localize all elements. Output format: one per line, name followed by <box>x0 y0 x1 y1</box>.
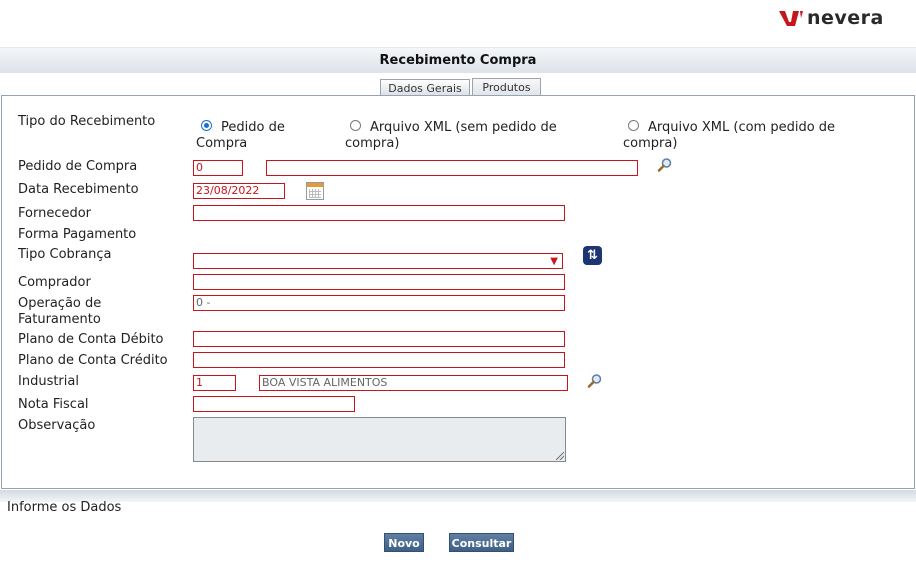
radio-pedido-compra-label-line1: Pedido de <box>221 120 285 135</box>
operacao-faturamento-input[interactable]: 0 - <box>193 295 565 311</box>
radio-xml-com-pedido-label-line1: Arquivo XML (com pedido de <box>648 120 836 135</box>
fornecedor-input[interactable] <box>193 205 565 221</box>
novo-button[interactable]: Novo <box>384 533 424 552</box>
plano-conta-credito-input[interactable] <box>193 352 565 368</box>
page-title: Recebimento Compra <box>379 53 537 68</box>
nota-fiscal-label: Nota Fiscal <box>18 397 89 412</box>
radio-xml-com-pedido-label-line2: compra) <box>623 136 678 151</box>
plano-conta-credito-label: Plano de Conta Crédito <box>18 353 168 368</box>
radio-xml-sem-pedido[interactable] <box>350 120 361 131</box>
nevera-logo-mark-icon <box>779 11 803 26</box>
operacao-faturamento-label-line2: Faturamento <box>18 312 101 327</box>
pedido-compra-description-input[interactable] <box>266 160 638 176</box>
tipo-cobranca-select[interactable]: ▼ <box>193 253 563 269</box>
tipo-recebimento-label: Tipo do Recebimento <box>18 114 156 129</box>
data-recebimento-input[interactable]: 23/08/2022 <box>193 183 285 199</box>
plano-conta-debito-label: Plano de Conta Débito <box>18 332 164 347</box>
title-bar: Recebimento Compra <box>0 47 916 73</box>
calendar-icon[interactable] <box>306 182 324 200</box>
fornecedor-label: Fornecedor <box>18 206 92 221</box>
radio-pedido-compra[interactable] <box>201 120 212 131</box>
radio-pedido-compra-label-line2: Compra <box>196 136 248 151</box>
observacao-textarea[interactable] <box>193 417 566 462</box>
magnifier-icon[interactable] <box>587 373 603 389</box>
observacao-label: Observação <box>18 418 96 433</box>
brand-name: nevera <box>807 7 884 29</box>
plano-conta-debito-input[interactable] <box>193 331 565 347</box>
tab-produtos[interactable]: Produtos <box>472 78 541 96</box>
operacao-faturamento-label-line1: Operação de <box>18 296 102 311</box>
tipo-cobranca-label: Tipo Cobrança <box>18 247 112 262</box>
radio-xml-sem-pedido-label-line1: Arquivo XML (sem pedido de <box>370 120 557 135</box>
consultar-button[interactable]: Consultar <box>449 533 514 552</box>
status-message: Informe os Dados <box>7 500 122 515</box>
comprador-input[interactable] <box>193 274 565 290</box>
nota-fiscal-input[interactable] <box>193 396 355 412</box>
industrial-name-input[interactable]: BOA VISTA ALIMENTOS <box>259 375 568 391</box>
industrial-code-input[interactable]: 1 <box>193 375 236 391</box>
refresh-icon[interactable]: ⇅ <box>583 246 602 265</box>
nevera-logo: nevera <box>778 7 884 29</box>
resize-handle-icon[interactable] <box>556 452 564 460</box>
radio-xml-com-pedido[interactable] <box>628 120 639 131</box>
pedido-compra-label: Pedido de Compra <box>18 159 138 174</box>
radio-xml-sem-pedido-label-line2: compra) <box>345 136 400 151</box>
comprador-label: Comprador <box>18 275 91 290</box>
pedido-compra-code-input[interactable]: 0 <box>193 160 243 176</box>
magnifier-icon[interactable] <box>657 157 673 173</box>
industrial-label: Industrial <box>18 374 79 389</box>
chevron-down-icon: ▼ <box>550 256 558 267</box>
data-recebimento-label: Data Recebimento <box>18 182 139 197</box>
forma-pagamento-label: Forma Pagamento <box>18 227 137 242</box>
status-bar <box>0 490 916 502</box>
